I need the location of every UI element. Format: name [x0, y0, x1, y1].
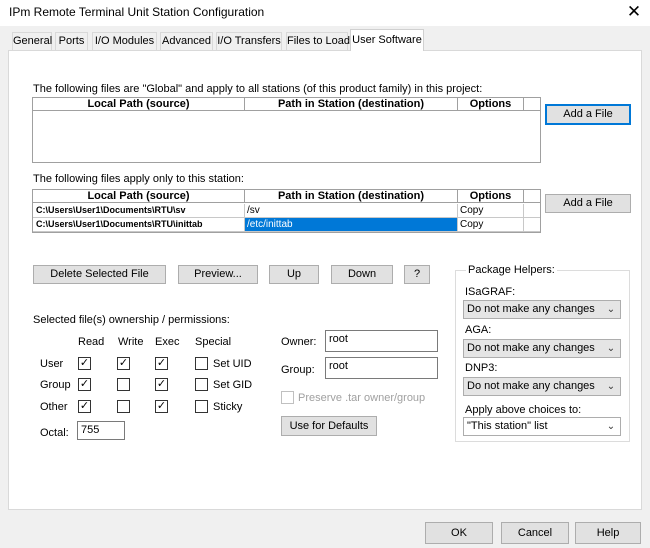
cell-option[interactable]: Copy — [458, 204, 524, 217]
chevron-down-icon: ⌄ — [606, 343, 616, 354]
group-write-checkbox[interactable] — [117, 378, 130, 391]
row-label-user: User — [40, 358, 64, 370]
chevron-down-icon: ⌄ — [606, 381, 616, 392]
user-read-checkbox[interactable]: ✓ — [78, 357, 91, 370]
table-row[interactable]: C:\Users\User1\Documents\RTU\inittab /et… — [33, 218, 540, 232]
title-bar: IPm Remote Terminal Unit Station Configu… — [0, 0, 650, 26]
tab-files-to-load[interactable]: Files to Load — [286, 32, 350, 50]
user-write-checkbox[interactable]: ✓ — [117, 357, 130, 370]
apply-label: Apply above choices to: — [465, 404, 582, 416]
down-button[interactable]: Down — [331, 265, 393, 284]
col-local-path[interactable]: Local Path (source) — [33, 190, 245, 203]
apply-select[interactable]: "This station" list ⌄ — [463, 417, 621, 436]
group-label: Group: — [281, 364, 315, 376]
col-dest-path[interactable]: Path in Station (destination) — [245, 98, 458, 111]
group-exec-checkbox[interactable]: ✓ — [155, 378, 168, 391]
package-helpers-caption: Package Helpers: — [466, 264, 557, 276]
col-dest-path[interactable]: Path in Station (destination) — [245, 190, 458, 203]
tab-advanced[interactable]: Advanced — [160, 32, 213, 50]
tab-io-transfers[interactable]: I/O Transfers — [216, 32, 282, 50]
apply-value: "This station" list — [467, 420, 548, 432]
tab-general[interactable]: General — [12, 32, 52, 50]
help-question-button[interactable]: ? — [404, 265, 430, 284]
owner-label: Owner: — [281, 336, 317, 348]
owner-field[interactable]: root — [325, 330, 438, 352]
row-label-other: Other — [40, 401, 68, 413]
aga-value: Do not make any changes — [467, 342, 595, 354]
tab-ports[interactable]: Ports — [55, 32, 88, 50]
col-options[interactable]: Options — [458, 190, 524, 203]
set-gid-label: Set GID — [213, 379, 253, 391]
set-gid-checkbox[interactable] — [195, 378, 208, 391]
group-field[interactable]: root — [325, 357, 438, 379]
add-station-file-button[interactable]: Add a File — [545, 194, 631, 213]
header-read: Read — [78, 336, 105, 348]
isagraf-select[interactable]: Do not make any changes ⌄ — [463, 300, 621, 319]
preserve-tar-label: Preserve .tar owner/group — [298, 392, 426, 404]
other-exec-checkbox[interactable]: ✓ — [155, 400, 168, 413]
dnp3-value: Do not make any changes — [467, 380, 595, 392]
aga-select[interactable]: Do not make any changes ⌄ — [463, 339, 621, 358]
octal-field[interactable]: 755 — [77, 421, 125, 440]
help-button[interactable]: Help — [575, 522, 641, 544]
chevron-down-icon: ⌄ — [606, 421, 616, 432]
global-files-caption: The following files are "Global" and app… — [33, 83, 483, 95]
up-button[interactable]: Up — [269, 265, 319, 284]
cell-option[interactable]: Copy — [458, 218, 524, 231]
set-uid-checkbox[interactable] — [195, 357, 208, 370]
set-uid-label: Set UID — [213, 358, 252, 370]
use-for-defaults-button[interactable]: Use for Defaults — [281, 416, 377, 436]
aga-label: AGA: — [465, 324, 492, 336]
global-files-grid[interactable]: Local Path (source) Path in Station (des… — [32, 97, 541, 163]
sticky-checkbox[interactable] — [195, 400, 208, 413]
user-exec-checkbox[interactable]: ✓ — [155, 357, 168, 370]
tab-io-modules[interactable]: I/O Modules — [92, 32, 157, 50]
add-global-file-button[interactable]: Add a File — [545, 104, 631, 125]
col-options[interactable]: Options — [458, 98, 524, 111]
dnp3-select[interactable]: Do not make any changes ⌄ — [463, 377, 621, 396]
dnp3-label: DNP3: — [465, 362, 498, 374]
col-local-path[interactable]: Local Path (source) — [33, 98, 245, 111]
station-files-caption: The following files apply only to this s… — [33, 173, 244, 185]
header-special: Special — [195, 336, 232, 348]
cell-dest-path-selected[interactable]: /etc/inittab — [245, 218, 458, 231]
header-write: Write — [118, 336, 144, 348]
table-row[interactable]: C:\Users\User1\Documents\RTU\sv /sv Copy — [33, 204, 540, 218]
station-files-grid[interactable]: Local Path (source) Path in Station (des… — [32, 189, 541, 233]
chevron-down-icon: ⌄ — [606, 304, 616, 315]
other-read-checkbox[interactable]: ✓ — [78, 400, 91, 413]
header-exec: Exec — [155, 336, 180, 348]
cell-dest-path[interactable]: /sv — [245, 204, 458, 217]
cell-local-path: C:\Users\User1\Documents\RTU\inittab — [33, 218, 245, 231]
permissions-caption: Selected file(s) ownership / permissions… — [33, 314, 230, 326]
cancel-button[interactable]: Cancel — [501, 522, 569, 544]
tab-user-software[interactable]: User Software — [350, 29, 424, 51]
row-label-group: Group — [40, 379, 71, 391]
ok-button[interactable]: OK — [425, 522, 493, 544]
delete-selected-file-button[interactable]: Delete Selected File — [33, 265, 166, 284]
close-icon[interactable]: ✕ — [622, 1, 646, 23]
grid-header: Local Path (source) Path in Station (des… — [33, 190, 540, 203]
preview-button[interactable]: Preview... — [178, 265, 258, 284]
preserve-tar-checkbox[interactable] — [281, 391, 294, 404]
grid-header: Local Path (source) Path in Station (des… — [33, 98, 540, 111]
group-read-checkbox[interactable]: ✓ — [78, 378, 91, 391]
sticky-label: Sticky — [213, 401, 243, 413]
other-write-checkbox[interactable] — [117, 400, 130, 413]
window-title: IPm Remote Terminal Unit Station Configu… — [9, 5, 265, 19]
isagraf-value: Do not make any changes — [467, 303, 595, 315]
octal-label: Octal: — [40, 427, 69, 439]
cell-local-path: C:\Users\User1\Documents\RTU\sv — [33, 204, 245, 217]
isagraf-label: ISaGRAF: — [465, 286, 516, 298]
